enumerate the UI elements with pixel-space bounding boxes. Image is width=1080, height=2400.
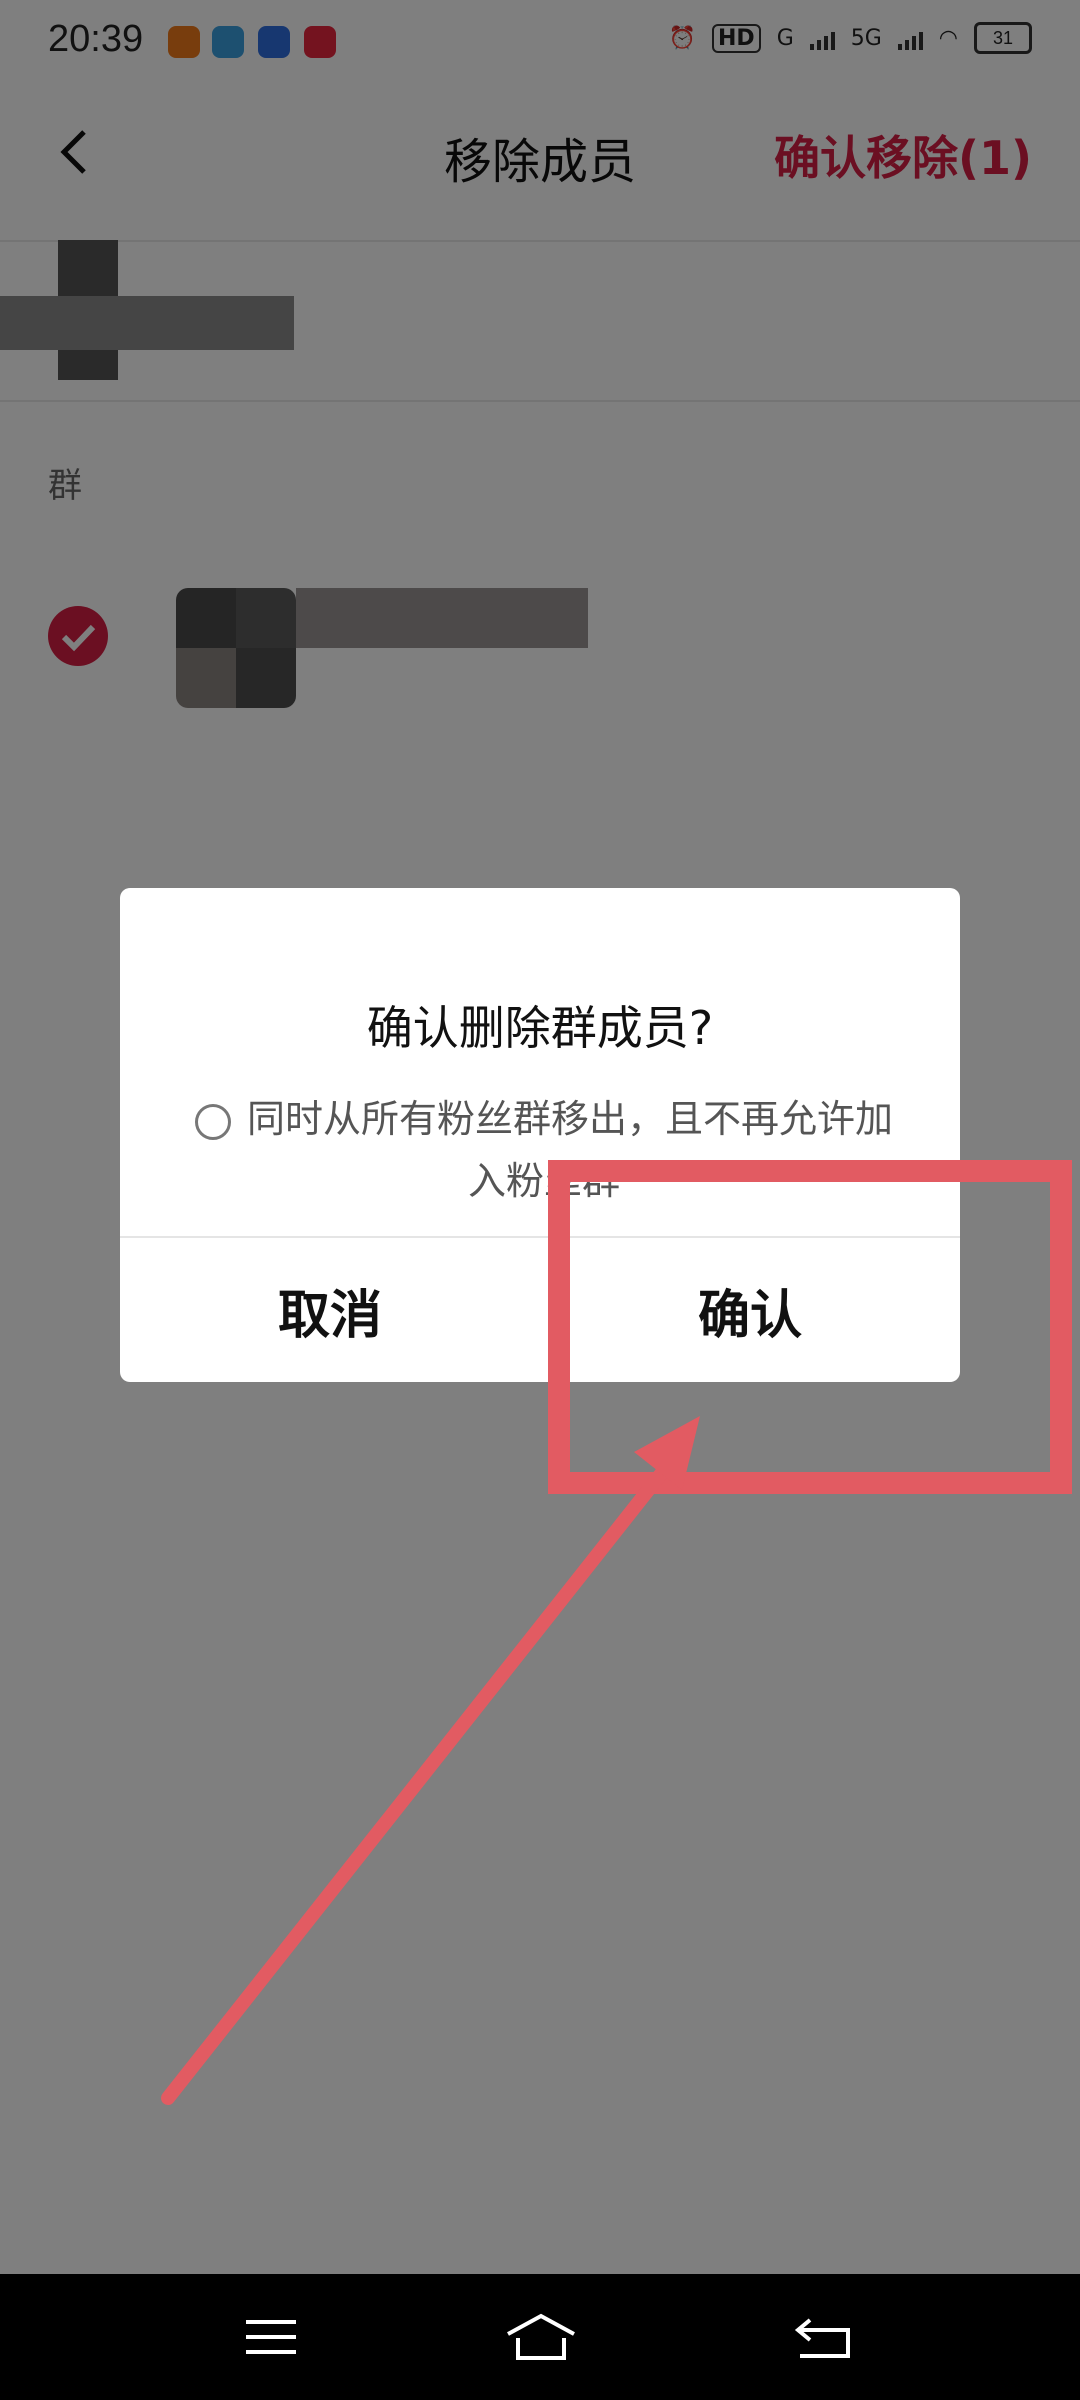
dialog-title: 确认删除群成员?: [366, 1001, 714, 1055]
return-icon[interactable]: [778, 2302, 868, 2372]
radio-icon[interactable]: [194, 1103, 231, 1140]
menu-icon[interactable]: [226, 2302, 316, 2372]
system-nav-bar: [0, 2274, 1080, 2400]
highlight-box: [548, 1160, 1072, 1494]
home-icon[interactable]: [496, 2302, 586, 2372]
cancel-button[interactable]: 取消: [120, 1238, 540, 1382]
